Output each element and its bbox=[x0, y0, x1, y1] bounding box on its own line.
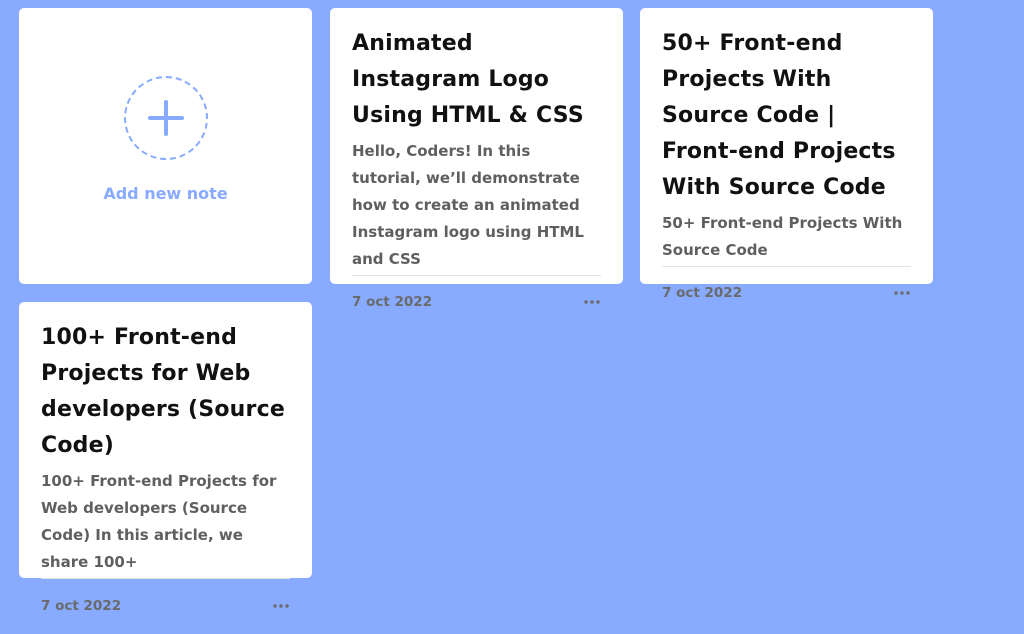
note-divider bbox=[662, 266, 911, 267]
note-date: 7 oct 2022 bbox=[41, 598, 122, 614]
plus-icon bbox=[147, 100, 184, 136]
more-horizontal-icon[interactable] bbox=[892, 289, 912, 297]
note-title: 50+ Front-end Projects With Source Code … bbox=[662, 31, 896, 200]
add-note-card[interactable]: Add new note bbox=[19, 8, 312, 284]
note-divider bbox=[352, 275, 601, 276]
note-footer: 7 oct 2022 bbox=[662, 283, 912, 303]
note-footer: 7 oct 2022 bbox=[352, 292, 602, 312]
note-title: 100+ Front-end Projects for Web develope… bbox=[41, 325, 285, 458]
note-title: Animated Instagram Logo Using HTML & CSS bbox=[352, 31, 584, 128]
more-horizontal-icon[interactable] bbox=[271, 602, 291, 610]
note-description: 100+ Front-end Projects for Web develope… bbox=[41, 472, 277, 571]
more-horizontal-icon[interactable] bbox=[582, 298, 602, 306]
note-card: Animated Instagram Logo Using HTML & CSS… bbox=[330, 8, 623, 284]
note-divider bbox=[41, 578, 290, 579]
note-date: 7 oct 2022 bbox=[662, 285, 743, 301]
note-date: 7 oct 2022 bbox=[352, 294, 433, 310]
note-footer: 7 oct 2022 bbox=[41, 596, 291, 616]
add-note-label: Add new note bbox=[103, 184, 228, 203]
note-description: 50+ Front-end Projects With Source Code bbox=[662, 214, 903, 259]
add-note-circle[interactable] bbox=[123, 76, 208, 160]
note-description: Hello, Coders! In this tutorial, we’ll d… bbox=[352, 142, 584, 268]
note-card: 50+ Front-end Projects With Source Code … bbox=[640, 8, 933, 284]
note-card: 100+ Front-end Projects for Web develope… bbox=[19, 302, 312, 579]
